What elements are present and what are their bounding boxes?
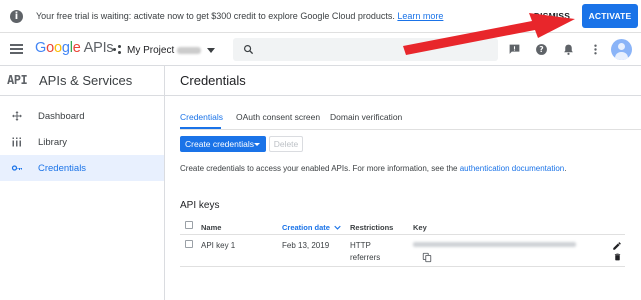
account-avatar[interactable] [611,39,632,60]
create-credentials-label: Create credentials [185,139,254,149]
description-end: . [564,164,567,173]
credentials-description: Create credentials to access your enable… [180,164,566,173]
search-bar[interactable] [233,38,498,61]
api-icon: API [7,73,28,87]
page-title: Credentials [180,73,246,88]
sidebar-item-label: Library [38,137,68,148]
help-icon[interactable]: ? [535,43,548,56]
api-key-restrictions-line2: referrers [350,253,381,262]
delete-button[interactable]: Delete [269,136,303,152]
sort-chevron-down-icon [334,225,341,230]
library-icon [12,137,21,147]
sidebar-item-credentials[interactable]: Credentials [0,155,164,181]
api-key-value-redacted [413,242,576,247]
dismiss-button[interactable]: DISMISS [527,8,577,25]
tabs-divider [180,129,641,130]
api-key-creation-date: Feb 13, 2019 [282,241,330,250]
table-header-divider [180,234,625,235]
api-key-name[interactable]: API key 1 [201,241,235,250]
column-header-restrictions: Restrictions [350,223,394,232]
tab-credentials[interactable]: Credentials [180,112,223,122]
info-icon: i [10,10,23,23]
description-text: Create credentials to access your enable… [180,164,458,173]
authentication-documentation-link[interactable]: authentication documentation [460,164,565,173]
project-name: My Project [127,44,175,56]
column-header-name[interactable]: Name [201,223,221,232]
main-content: Credentials Credentials OAuth consent sc… [165,66,641,300]
edit-pencil-icon[interactable] [612,241,622,251]
project-dots-icon [113,45,123,55]
key-icon [11,165,22,171]
sidebar-title: APIs & Services [39,73,133,88]
delete-trash-icon[interactable] [613,252,622,262]
notifications-bell-icon[interactable] [562,43,575,56]
logo-apis-text: APIs [83,40,114,56]
column-header-creation-date[interactable]: Creation date [282,223,341,232]
hamburger-menu-icon[interactable] [10,44,23,54]
sidebar-item-library[interactable]: Library [0,129,164,155]
search-icon [244,45,254,55]
sidebar-item-label: Dashboard [38,111,85,122]
trial-message: Your free trial is waiting: activate now… [36,11,443,21]
project-id-redacted [177,46,202,54]
tab-oauth-consent-screen[interactable]: OAuth consent screen [236,112,320,122]
copy-icon[interactable] [422,252,432,263]
sidebar-header: API APIs & Services [0,66,165,96]
row-checkbox[interactable] [185,240,193,248]
creation-date-label: Creation date [282,223,330,232]
trial-message-text: Your free trial is waiting: activate now… [36,11,395,21]
column-header-key: Key [413,223,427,232]
google-apis-logo[interactable]: Google APIs [35,40,114,56]
select-all-checkbox[interactable] [185,221,193,229]
sidebar-item-dashboard[interactable]: Dashboard [0,103,164,129]
api-keys-heading: API keys [180,200,220,211]
chevron-down-icon [207,47,216,53]
learn-more-link[interactable]: Learn more [397,11,443,21]
chat-icon[interactable] [508,43,521,56]
trial-banner: i Your free trial is waiting: activate n… [0,0,641,33]
svg-text:?: ? [539,45,543,54]
tab-domain-verification[interactable]: Domain verification [330,112,402,122]
top-bar: Google APIs My Project ? [0,33,641,66]
create-credentials-button[interactable]: Create credentials [180,136,266,152]
dashboard-icon [12,111,22,121]
table-row-divider [180,266,625,267]
more-vert-icon[interactable] [589,43,602,56]
dropdown-arrow-icon [254,143,260,146]
sidebar-item-label: Credentials [38,163,87,174]
page-header: Credentials [165,66,641,96]
api-key-restrictions-line1: HTTP [350,241,371,250]
activate-button[interactable]: ACTIVATE [582,4,638,28]
sidebar: API APIs & Services Dashboard Library Cr… [0,66,165,300]
project-selector[interactable]: My Project [113,42,216,58]
